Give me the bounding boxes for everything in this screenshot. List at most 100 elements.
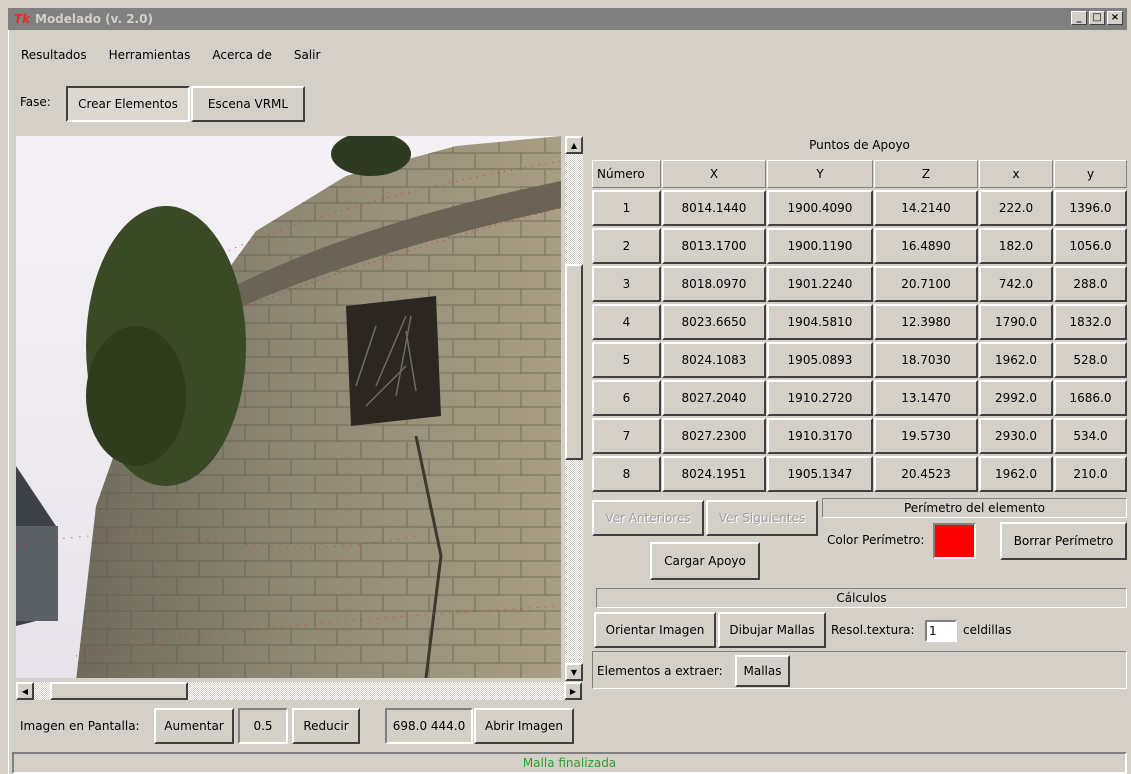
coord-z-upper-cell[interactable]: 19.5730 — [874, 418, 978, 454]
extract-label: Elementos a extraer: — [597, 664, 723, 678]
load-support-button[interactable]: Cargar Apoyo — [650, 542, 760, 580]
coord-x-upper-cell[interactable]: 8027.2040 — [662, 380, 766, 416]
support-points-title: Puntos de Apoyo — [809, 138, 910, 152]
minimize-button[interactable]: _ — [1071, 11, 1087, 25]
vertical-scroll-thumb[interactable] — [565, 264, 583, 460]
perimeter-color-swatch[interactable] — [933, 523, 976, 559]
coord-x-lower-cell[interactable]: 182.0 — [979, 228, 1053, 264]
coord-y-lower-cell[interactable]: 1396.0 — [1054, 190, 1127, 226]
scroll-left-icon[interactable]: ◀ — [16, 682, 34, 700]
next-button[interactable]: Ver Siguientes — [706, 500, 818, 536]
scroll-up-icon[interactable]: ▲ — [565, 136, 583, 154]
coord-x-upper-cell[interactable]: 8013.1700 — [662, 228, 766, 264]
point-number-cell[interactable]: 1 — [592, 190, 661, 226]
point-number-cell[interactable]: 4 — [592, 304, 661, 340]
coord-x-lower-cell[interactable]: 1962.0 — [979, 342, 1053, 378]
crear-elementos-button[interactable]: Crear Elementos — [66, 86, 190, 122]
wall-photo — [16, 136, 561, 678]
status-bar: Malla finalizada — [12, 752, 1127, 774]
menu-acerca-de[interactable]: Acerca de — [211, 48, 272, 62]
point-number-cell[interactable]: 3 — [592, 266, 661, 302]
menu-bar: Resultados Herramientas Acerca de Salir — [20, 48, 321, 62]
point-number-cell[interactable]: 2 — [592, 228, 661, 264]
coord-x-upper-cell[interactable]: 8018.0970 — [662, 266, 766, 302]
coord-y-lower-cell[interactable]: 1056.0 — [1054, 228, 1127, 264]
coord-x-upper-cell[interactable]: 8023.6650 — [662, 304, 766, 340]
image-screen-label: Imagen en Pantalla: — [20, 719, 140, 733]
coord-z-upper-cell[interactable]: 13.1470 — [874, 380, 978, 416]
horizontal-scrollbar[interactable]: ◀ ▶ — [16, 682, 582, 700]
point-number-cell[interactable]: 6 — [592, 380, 661, 416]
col-header-y-lower: y — [1054, 160, 1127, 188]
point-number-cell[interactable]: 8 — [592, 456, 661, 492]
vertical-scrollbar[interactable]: ▲ ▼ — [565, 136, 583, 681]
coord-y-upper-cell[interactable]: 1901.2240 — [767, 266, 873, 302]
coord-y-upper-cell[interactable]: 1904.5810 — [767, 304, 873, 340]
col-header-x-upper: X — [662, 160, 766, 188]
coord-y-lower-cell[interactable]: 528.0 — [1054, 342, 1127, 378]
phase-label: Fase: — [20, 95, 51, 109]
coord-y-lower-cell[interactable]: 1686.0 — [1054, 380, 1127, 416]
coord-x-lower-cell[interactable]: 2930.0 — [979, 418, 1053, 454]
coord-z-upper-cell[interactable]: 16.4890 — [874, 228, 978, 264]
coord-z-upper-cell[interactable]: 20.4523 — [874, 456, 978, 492]
coord-x-upper-cell[interactable]: 8024.1951 — [662, 456, 766, 492]
coord-x-upper-cell[interactable]: 8024.1083 — [662, 342, 766, 378]
coord-z-upper-cell[interactable]: 20.7100 — [874, 266, 978, 302]
perimeter-title: Perímetro del elemento — [822, 498, 1127, 518]
coord-y-upper-cell[interactable]: 1900.1190 — [767, 228, 873, 264]
calculations-title: Cálculos — [596, 588, 1127, 608]
clear-perimeter-button[interactable]: Borrar Perímetro — [1000, 522, 1127, 560]
escena-vrml-button[interactable]: Escena VRML — [191, 86, 305, 122]
coord-z-upper-cell[interactable]: 18.7030 — [874, 342, 978, 378]
coord-x-lower-cell[interactable]: 742.0 — [979, 266, 1053, 302]
coord-y-lower-cell[interactable]: 534.0 — [1054, 418, 1127, 454]
image-viewport[interactable] — [16, 136, 561, 678]
scroll-down-icon[interactable]: ▼ — [565, 663, 583, 681]
window-title: Modelado (v. 2.0) — [35, 12, 153, 26]
coord-z-upper-cell[interactable]: 14.2140 — [874, 190, 978, 226]
coord-y-lower-cell[interactable]: 210.0 — [1054, 456, 1127, 492]
coord-x-upper-cell[interactable]: 8027.2300 — [662, 418, 766, 454]
perimeter-color-label: Color Perímetro: — [827, 533, 925, 547]
title-bar: Tk Modelado (v. 2.0) _ □ × — [8, 8, 1127, 30]
coord-y-lower-cell[interactable]: 1832.0 — [1054, 304, 1127, 340]
point-number-cell[interactable]: 7 — [592, 418, 661, 454]
coord-x-upper-cell[interactable]: 8014.1440 — [662, 190, 766, 226]
coord-y-upper-cell[interactable]: 1900.4090 — [767, 190, 873, 226]
coord-y-upper-cell[interactable]: 1905.0893 — [767, 342, 873, 378]
coord-x-lower-cell[interactable]: 1790.0 — [979, 304, 1053, 340]
col-header-numero: Número — [592, 160, 661, 188]
orient-image-button[interactable]: Orientar Imagen — [594, 612, 716, 648]
coord-y-lower-cell[interactable]: 288.0 — [1054, 266, 1127, 302]
maximize-button[interactable]: □ — [1089, 11, 1105, 25]
increase-button[interactable]: Aumentar — [154, 708, 234, 744]
prev-button[interactable]: Ver Anteriores — [592, 500, 704, 536]
coord-y-upper-cell[interactable]: 1910.3170 — [767, 418, 873, 454]
col-header-x-lower: x — [979, 160, 1053, 188]
scroll-right-icon[interactable]: ▶ — [564, 682, 582, 700]
coord-x-lower-cell[interactable]: 222.0 — [979, 190, 1053, 226]
draw-meshes-button[interactable]: Dibujar Mallas — [718, 612, 826, 648]
coord-x-lower-cell[interactable]: 2992.0 — [979, 380, 1053, 416]
coord-y-upper-cell[interactable]: 1905.1347 — [767, 456, 873, 492]
menu-resultados[interactable]: Resultados — [20, 48, 88, 62]
meshes-extract-button[interactable]: Mallas — [735, 655, 790, 687]
point-number-cell[interactable]: 5 — [592, 342, 661, 378]
col-header-y-upper: Y — [767, 160, 873, 188]
close-button[interactable]: × — [1107, 11, 1123, 25]
menu-salir[interactable]: Salir — [293, 48, 322, 62]
cursor-coordinates: 698.0 444.0 — [385, 708, 473, 744]
coord-z-upper-cell[interactable]: 12.3980 — [874, 304, 978, 340]
scale-value: 0.5 — [238, 708, 288, 744]
texture-unit-label: celdillas — [963, 623, 1012, 637]
decrease-button[interactable]: Reducir — [292, 708, 360, 744]
texture-resolution-label: Resol.textura: — [831, 623, 915, 637]
coord-y-upper-cell[interactable]: 1910.2720 — [767, 380, 873, 416]
menu-herramientas[interactable]: Herramientas — [108, 48, 192, 62]
col-header-z-upper: Z — [874, 160, 978, 188]
texture-resolution-input[interactable]: 1 — [925, 620, 957, 642]
horizontal-scroll-thumb[interactable] — [50, 682, 188, 700]
open-image-button[interactable]: Abrir Imagen — [474, 708, 574, 744]
coord-x-lower-cell[interactable]: 1962.0 — [979, 456, 1053, 492]
